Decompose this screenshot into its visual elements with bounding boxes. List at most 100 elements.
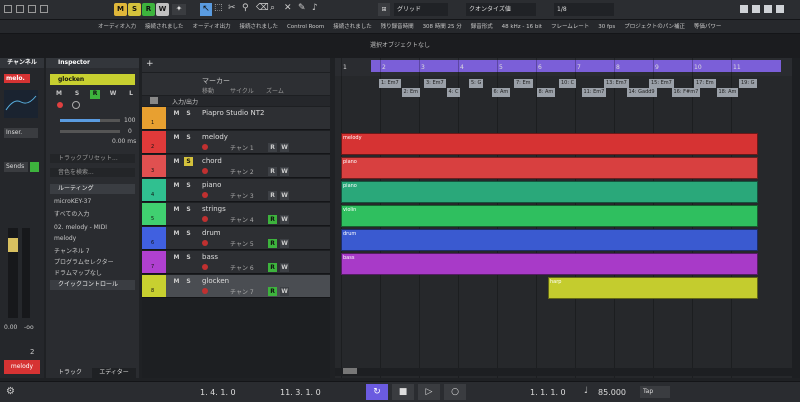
mute-all-button[interactable]: M <box>114 3 127 16</box>
track-mute-button[interactable]: M <box>172 133 181 142</box>
volume-fader[interactable] <box>8 228 18 318</box>
track-name[interactable]: strings <box>202 205 226 213</box>
track-read-button[interactable]: R <box>268 263 277 272</box>
track-solo-button[interactable]: S <box>184 109 193 118</box>
track-solo-button[interactable]: S <box>184 181 193 190</box>
quantize-type-select[interactable]: クオンタイズ値 <box>466 3 536 16</box>
track-read-button[interactable]: R <box>268 239 277 248</box>
track-mute-button[interactable]: M <box>172 205 181 214</box>
record-enable-icon[interactable] <box>202 144 208 150</box>
chord-marker[interactable]: 13: Em7 <box>604 79 629 88</box>
inspector-solo-button[interactable]: S <box>72 90 82 99</box>
stop-button[interactable]: ■ <box>392 384 414 400</box>
inspector-record-icon[interactable] <box>57 102 63 108</box>
track-row-drum[interactable]: 6 M S drum チャン 5 R W <box>142 227 330 250</box>
inspector-mute-button[interactable]: M <box>54 90 64 99</box>
marker-zoom-label[interactable]: ズーム <box>266 86 284 95</box>
volume-slider[interactable] <box>60 119 120 122</box>
write-all-button[interactable]: W <box>156 3 169 16</box>
chord-marker[interactable]: 2: Em <box>401 88 420 97</box>
midi-output-select[interactable]: 02. melody - MIDI <box>54 224 107 231</box>
track-mute-button[interactable]: M <box>172 157 181 166</box>
track-preset-field[interactable]: トラックプリセット... <box>50 154 135 163</box>
window-icon-d[interactable] <box>776 5 784 13</box>
track-mute-button[interactable]: M <box>172 253 181 262</box>
mixer-icon[interactable] <box>40 5 48 13</box>
sends-button[interactable]: Sends <box>4 162 28 172</box>
quantize-value-select[interactable]: 1/8 <box>554 3 614 16</box>
glue-tool-icon[interactable]: ⚲ <box>242 3 249 13</box>
track-solo-button[interactable]: S <box>184 253 193 262</box>
midi-channel-select[interactable]: チャンネル 7 <box>54 246 90 255</box>
record-button[interactable]: ○ <box>444 384 466 400</box>
bar-number[interactable]: 2 <box>382 64 386 71</box>
cycle-range[interactable] <box>371 60 781 72</box>
zoom-tool-icon[interactable]: ⌕ <box>270 3 275 13</box>
track-row-piapro-studio-nt2[interactable]: 1 M S Piapro Studio NT2 <box>142 107 330 130</box>
draw-tool-icon[interactable]: ✎ <box>298 3 306 13</box>
midi-input-select[interactable]: microKEY-37 <box>54 198 91 205</box>
drum-map-select[interactable]: ドラムマップなし <box>54 268 102 277</box>
track-write-button[interactable]: W <box>280 143 289 152</box>
h-scrollbar[interactable] <box>335 368 792 376</box>
chord-marker[interactable]: 17: Em <box>694 79 716 88</box>
inspector-read-button[interactable]: R <box>90 90 100 99</box>
cycle-button[interactable]: ↻ <box>366 384 388 400</box>
midi-part-harp[interactable]: harp <box>548 277 758 299</box>
track-channel-label[interactable]: チャン 7 <box>230 287 254 296</box>
bar-number[interactable]: 6 <box>538 64 542 71</box>
chord-marker[interactable]: 5: G <box>469 79 484 88</box>
metronome-icon[interactable]: ♩ <box>584 386 588 396</box>
chord-marker[interactable]: 8: Am <box>536 88 556 97</box>
track-name[interactable]: Piapro Studio NT2 <box>202 109 264 117</box>
track-name[interactable]: melody <box>202 133 228 141</box>
track-write-button[interactable]: W <box>280 239 289 248</box>
track-read-button[interactable]: R <box>268 143 277 152</box>
track-channel-label[interactable]: チャン 3 <box>230 191 254 200</box>
inspector-monitor-icon[interactable] <box>72 101 80 109</box>
track-row-piano[interactable]: 4 M S piano チャン 3 R W <box>142 179 330 202</box>
track-row-bass[interactable]: 7 M S bass チャン 6 R W <box>142 251 330 274</box>
sends-power-icon[interactable] <box>30 162 39 172</box>
pan-slider[interactable] <box>60 130 120 133</box>
arrange-window[interactable]: 1 2 3 4 5 6 7 8 9 10 11 1: Em7 2: Em 3: Em7 4: C 5: G 6… <box>335 58 792 378</box>
window-icon-c[interactable] <box>764 5 772 13</box>
bar-number[interactable]: 8 <box>616 64 620 71</box>
track-solo-button[interactable]: S <box>184 133 193 142</box>
track-row-glocken[interactable]: 8 M S glocken チャン 7 R W <box>142 275 330 298</box>
io-folder-row[interactable]: 入力/出力 <box>142 96 330 106</box>
play-button[interactable]: ▷ <box>418 384 440 400</box>
bar-number[interactable]: 7 <box>577 64 581 71</box>
record-enable-icon[interactable] <box>202 264 208 270</box>
track-solo-button[interactable]: S <box>184 205 193 214</box>
track-mute-button[interactable]: M <box>172 181 181 190</box>
chord-marker[interactable]: 4: C <box>446 88 461 97</box>
program-selector[interactable]: プログラムセレクター <box>54 257 114 266</box>
tab-channel[interactable]: チャンネル <box>0 58 44 68</box>
inspector-write-button[interactable]: W <box>108 90 118 99</box>
audition-tool-icon[interactable]: ♪ <box>312 3 318 13</box>
track-mute-button[interactable]: M <box>172 229 181 238</box>
sidebar-icon[interactable] <box>28 5 36 13</box>
track-row-strings[interactable]: 5 M S strings チャン 4 R W <box>142 203 330 226</box>
record-enable-icon[interactable] <box>202 192 208 198</box>
left-locator[interactable]: 1. 4. 1. 0 <box>200 388 236 397</box>
routing-section-header[interactable]: ルーティング <box>50 184 135 194</box>
track-write-button[interactable]: W <box>280 167 289 176</box>
output-name-select[interactable]: melody <box>54 235 76 242</box>
sound-search-field[interactable]: 音色を検索... <box>50 168 135 177</box>
chord-marker[interactable]: 1: Em7 <box>379 79 401 88</box>
chord-marker[interactable]: 16: F#m7 <box>671 88 701 97</box>
track-name[interactable]: piano <box>202 181 221 189</box>
track-channel-label[interactable]: チャン 1 <box>230 143 254 152</box>
split-tool-icon[interactable]: ✂ <box>228 3 236 13</box>
bar-number[interactable]: 11 <box>733 64 741 71</box>
track-solo-button[interactable]: S <box>184 277 193 286</box>
track-write-button[interactable]: W <box>280 191 289 200</box>
marker-cycle-label[interactable]: サイクル <box>230 86 254 95</box>
tab-inspector[interactable]: Inspector <box>46 58 139 68</box>
v-scrollbar[interactable] <box>792 58 800 378</box>
record-enable-icon[interactable] <box>202 288 208 294</box>
eq-curve-display[interactable] <box>4 90 38 118</box>
track-mute-button[interactable]: M <box>172 277 181 286</box>
